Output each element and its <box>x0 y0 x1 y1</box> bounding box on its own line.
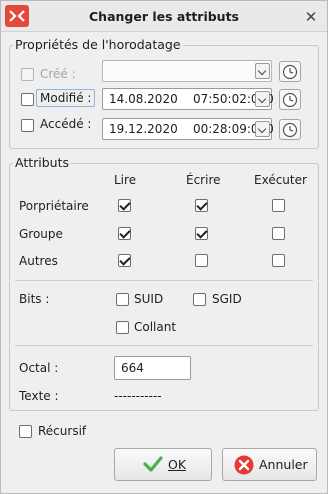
clock-icon <box>282 64 298 80</box>
created-now-button[interactable] <box>279 61 301 82</box>
octal-value: 664 <box>121 361 144 375</box>
octal-label: Octal : <box>19 361 59 375</box>
change-attributes-dialog: Changer les attributs ✕ Propriétés de l'… <box>0 0 328 494</box>
attributes-group-legend: Attributs <box>13 155 72 170</box>
check-icon <box>143 456 163 472</box>
created-label: Créé : <box>40 67 76 81</box>
others-execute-checkbox[interactable] <box>272 254 285 267</box>
sgid-label: SGID <box>212 292 242 306</box>
ok-button[interactable]: OK <box>114 448 212 481</box>
owner-read-checkbox[interactable] <box>118 199 131 212</box>
chevron-down-icon[interactable] <box>255 91 270 107</box>
clock-icon <box>282 122 298 138</box>
timestamp-group-legend: Propriétés de l'horodatage <box>13 37 183 52</box>
cancel-button-label: Annuler <box>259 457 308 472</box>
group-read-checkbox[interactable] <box>118 227 131 240</box>
chevron-down-icon[interactable] <box>255 121 270 137</box>
row-group-label: Groupe <box>19 227 63 241</box>
modified-datetime-value: 14.08.2020 07:50:02:000 <box>109 92 274 106</box>
others-read-checkbox[interactable] <box>118 254 131 267</box>
modified-checkbox[interactable] <box>21 93 34 106</box>
group-execute-checkbox[interactable] <box>272 227 285 240</box>
owner-execute-checkbox[interactable] <box>272 199 285 212</box>
cancel-icon <box>234 455 254 475</box>
octal-input[interactable]: 664 <box>114 356 191 380</box>
created-checkbox[interactable] <box>21 68 34 81</box>
accessed-checkbox[interactable] <box>21 119 34 132</box>
separator <box>15 280 313 281</box>
column-read: Lire <box>114 173 137 187</box>
accessed-now-button[interactable] <box>279 119 301 140</box>
dialog-title: Changer les attributs <box>89 9 239 24</box>
recursive-label: Récursif <box>38 424 87 438</box>
title-bar: Changer les attributs ✕ <box>1 1 327 32</box>
suid-checkbox[interactable] <box>116 293 129 306</box>
created-datetime-combo[interactable] <box>102 60 272 82</box>
modified-label: Modifié : <box>36 89 96 107</box>
clock-icon <box>282 92 298 108</box>
text-label: Texte : <box>19 389 59 403</box>
column-write: Écrire <box>186 173 221 187</box>
owner-write-checkbox[interactable] <box>195 199 208 212</box>
accessed-datetime-value: 19.12.2020 00:28:09:000 <box>109 122 274 136</box>
ok-button-label: OK <box>168 457 187 472</box>
separator <box>15 345 313 346</box>
row-owner-label: Porpriétaire <box>19 199 89 213</box>
close-icon[interactable]: ✕ <box>303 8 319 26</box>
sticky-checkbox[interactable] <box>116 321 129 334</box>
sticky-label: Collant <box>134 320 177 334</box>
others-write-checkbox[interactable] <box>195 254 208 267</box>
column-execute: Exécuter <box>254 173 307 187</box>
sgid-checkbox[interactable] <box>193 293 206 306</box>
group-write-checkbox[interactable] <box>195 227 208 240</box>
recursive-checkbox[interactable] <box>19 425 32 438</box>
suid-label: SUID <box>134 292 164 306</box>
chevron-down-icon[interactable] <box>255 63 270 79</box>
cancel-button[interactable]: Annuler <box>222 448 317 481</box>
modified-now-button[interactable] <box>279 89 301 110</box>
accessed-datetime-combo[interactable]: 19.12.2020 00:28:09:000 <box>102 118 274 140</box>
bits-label: Bits : <box>19 292 50 306</box>
modified-datetime-combo[interactable]: 14.08.2020 07:50:02:000 <box>102 88 274 110</box>
text-value: ----------- <box>114 389 162 403</box>
accessed-label: Accédé : <box>40 117 92 131</box>
row-others-label: Autres <box>19 254 58 268</box>
